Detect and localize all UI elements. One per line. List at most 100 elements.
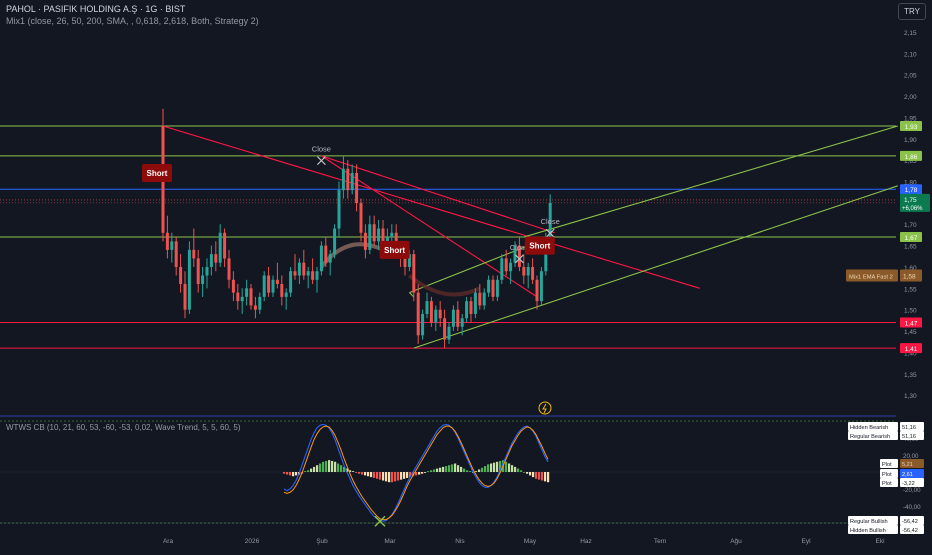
osc-histogram-bar — [370, 472, 373, 478]
osc-histogram-bar — [448, 465, 451, 472]
osc-histogram-bar — [475, 471, 478, 472]
candle-body — [165, 232, 169, 250]
osc-histogram-bar — [457, 465, 460, 472]
osc-histogram-bar — [487, 464, 490, 472]
price-tick-label: 1,45 — [904, 329, 917, 336]
osc-histogram-bar — [445, 466, 448, 472]
symbol-title[interactable]: PAHOL · PASIFIK HOLDING A.Ş · 1G · BIST — [6, 4, 185, 14]
candle-body — [473, 292, 477, 314]
candle-body — [341, 168, 345, 191]
candle-body — [509, 262, 513, 272]
time-tick-label: May — [524, 538, 537, 545]
mix-ema-label-text: Mix1 EMA Fast 2 — [849, 275, 893, 281]
osc-histogram-bar — [397, 472, 400, 481]
osc-histogram-bar — [424, 472, 427, 473]
candle-body — [258, 296, 262, 310]
osc-histogram-bar — [415, 472, 418, 476]
candle-body — [183, 284, 187, 310]
osc-label-value: 5,21 — [902, 462, 913, 468]
osc-histogram-bar — [388, 472, 391, 483]
level-price-tag-text: 1,78 — [905, 187, 918, 194]
candle-body — [350, 172, 354, 191]
candle-body — [297, 262, 301, 276]
currency-button[interactable]: TRY — [898, 3, 926, 20]
candle-body — [231, 279, 235, 293]
candle-body — [531, 266, 535, 280]
candle-body — [262, 275, 266, 297]
short-signal-label: Short — [384, 246, 405, 255]
time-tick-label: Eyl — [801, 538, 811, 545]
osc-histogram-bar — [421, 472, 424, 474]
osc-histogram-bar — [523, 472, 526, 473]
level-price-tag-text: 1,41 — [905, 346, 918, 353]
time-tick-label: Eki — [875, 538, 884, 545]
candle-body — [328, 254, 332, 263]
chart-stage[interactable]: 2,152,102,052,001,951,901,851,801,751,70… — [0, 0, 932, 550]
candle-body — [539, 271, 543, 302]
osc-histogram-bar — [403, 472, 406, 479]
candle-body — [346, 168, 350, 191]
chart-canvas[interactable]: 2,152,102,052,001,951,901,851,801,751,70… — [0, 0, 932, 550]
candle-body — [460, 318, 464, 327]
candle-body — [319, 245, 323, 272]
candle-body — [451, 309, 455, 327]
candle-body — [522, 266, 526, 276]
candle-body — [289, 271, 293, 293]
osc-histogram-bar — [544, 472, 547, 482]
indicator-legend[interactable]: Mix1 (close, 26, 50, 200, SMA, , 0,618, … — [6, 16, 259, 26]
osc-histogram-bar — [496, 461, 499, 472]
osc-histogram-bar — [433, 469, 436, 472]
oscillator-legend[interactable]: WTWS CB (10, 21, 60, 53, -60, -53, 0,02,… — [6, 423, 240, 432]
candle-body — [359, 202, 363, 233]
time-tick-label: Mar — [384, 538, 396, 545]
candle-body — [271, 279, 275, 293]
candle-body — [355, 172, 359, 203]
osc-histogram-bar — [481, 467, 484, 472]
osc-label-name: Hidden Bullish — [850, 528, 886, 534]
candle-body — [249, 288, 253, 306]
time-tick-label: Ağu — [730, 538, 742, 545]
candle-body — [214, 254, 218, 263]
osc-histogram-bar — [340, 465, 343, 472]
osc-histogram-bar — [355, 472, 358, 473]
price-tick-label: 2,15 — [904, 30, 917, 37]
candle-body — [443, 318, 447, 340]
price-tick-label: 2,05 — [904, 73, 917, 80]
candle-body — [372, 224, 376, 242]
osc-histogram-bar — [505, 461, 508, 472]
candle-body — [438, 309, 442, 319]
candle-body — [223, 232, 227, 259]
candle-body — [280, 284, 284, 297]
candle-body — [495, 279, 499, 297]
candle-body — [377, 228, 381, 242]
osc-label-name: Plot — [882, 472, 892, 478]
osc-histogram-bar — [541, 472, 544, 481]
osc-histogram-bar — [376, 472, 379, 479]
time-tick-label: 2026 — [245, 538, 260, 545]
osc-histogram-bar — [466, 470, 469, 472]
osc-histogram-bar — [328, 460, 331, 472]
osc-histogram-bar — [337, 463, 340, 472]
price-tick-label: 1,30 — [904, 393, 917, 400]
candle-body — [478, 292, 482, 306]
osc-histogram-bar — [367, 472, 370, 477]
candle-body — [465, 301, 469, 319]
osc-label-value: 2,61 — [902, 472, 913, 478]
candle-body — [253, 305, 257, 310]
osc-label-value: -3,22 — [902, 481, 915, 487]
osc-histogram-bar — [517, 468, 520, 472]
osc-histogram-bar — [361, 472, 364, 475]
osc-histogram-bar — [304, 471, 307, 472]
osc-histogram-bar — [538, 472, 541, 480]
osc-histogram-bar — [352, 471, 355, 472]
osc-label-name: Regular Bullish — [850, 519, 888, 525]
candle-body — [447, 326, 451, 340]
level-price-tag-text: 1,67 — [905, 235, 918, 242]
osc-histogram-bar — [331, 460, 334, 472]
osc-histogram-bar — [391, 472, 394, 483]
candle-body — [363, 232, 367, 250]
osc-histogram-bar — [283, 472, 286, 474]
osc-tick-label: -40,00 — [903, 504, 921, 511]
price-tick-label: 2,00 — [904, 94, 917, 101]
osc-label-value: -56,42 — [902, 528, 918, 534]
